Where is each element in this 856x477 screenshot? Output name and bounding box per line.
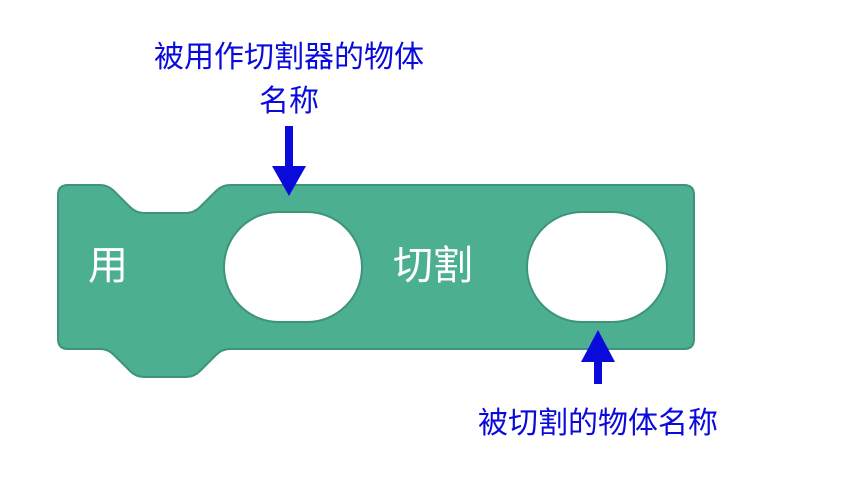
annotation-cutter-line1: 被用作切割器的物体: [154, 40, 424, 75]
block-label-cut: 切割: [393, 243, 473, 289]
annotation-cutter-line2: 名称: [259, 84, 319, 119]
diagram-stage: 用 切割 被用作切割器的物体 名称 被切割的物体名称: [0, 0, 856, 477]
block-label-use: 用: [88, 243, 128, 289]
annotation-target: 被切割的物体名称: [478, 406, 718, 441]
cutter-object-slot[interactable]: [223, 211, 363, 323]
target-object-slot[interactable]: [526, 211, 668, 323]
